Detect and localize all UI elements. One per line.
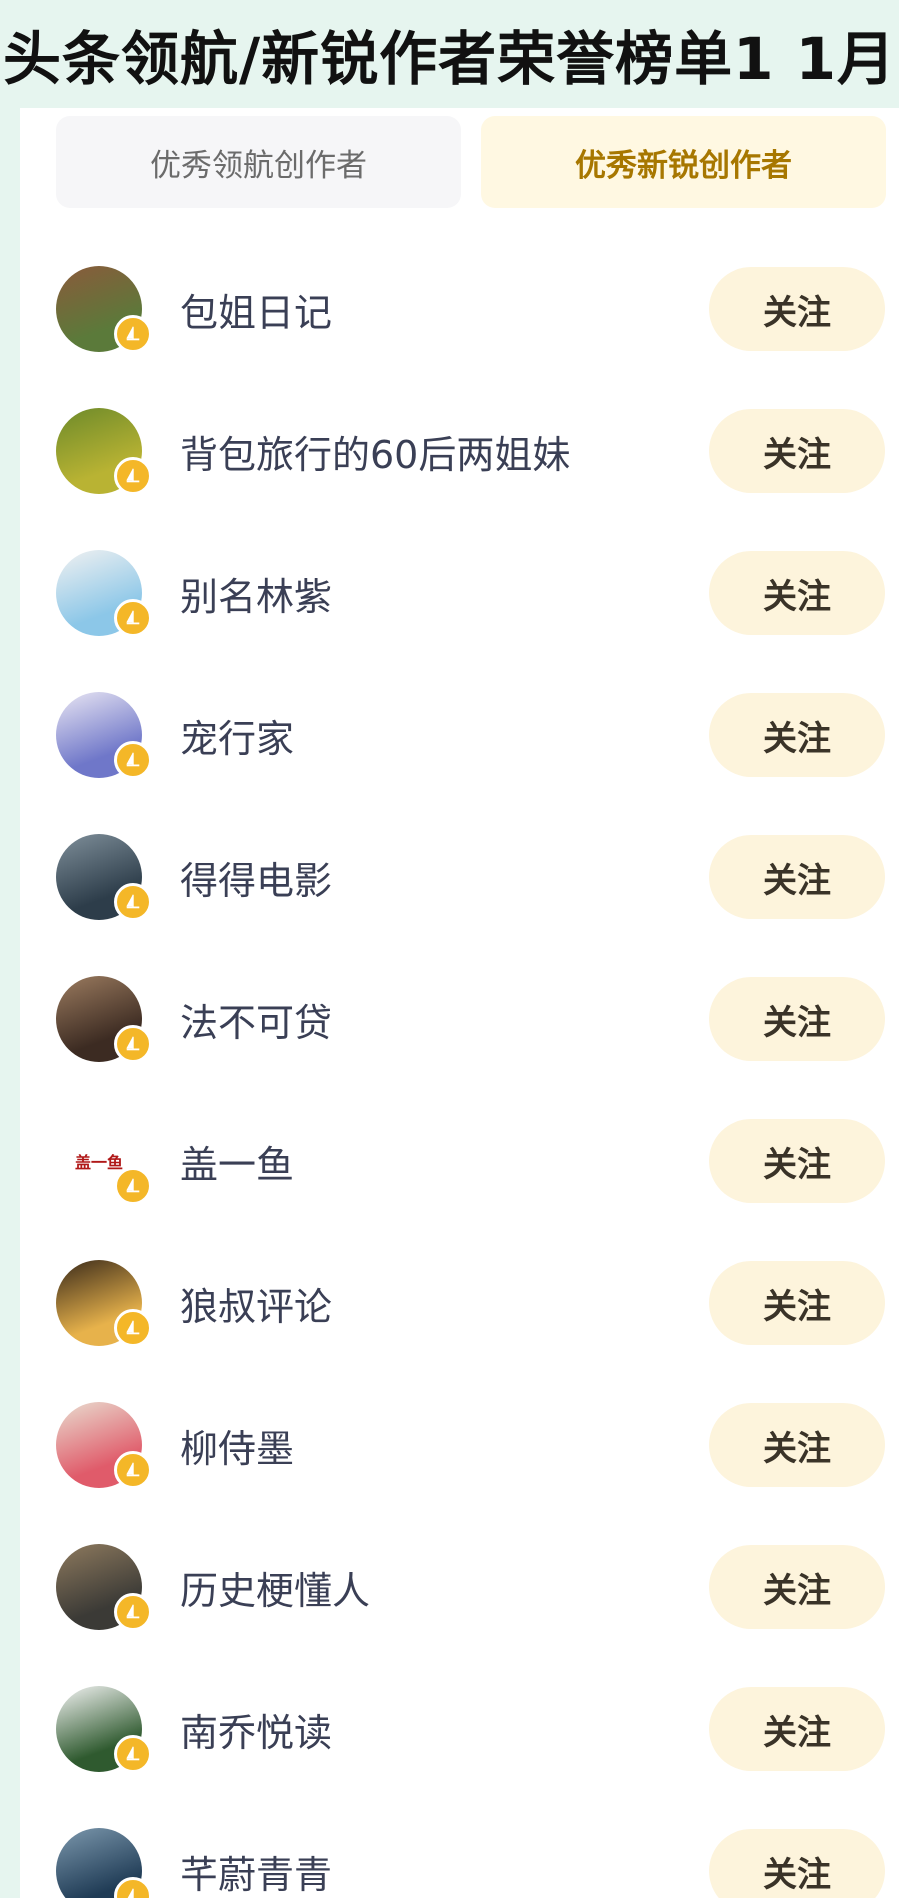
creator-badge-icon	[114, 1309, 152, 1347]
author-list: 包姐日记关注背包旅行的60后两姐妹关注别名林紫关注宠行家关注得得电影关注法不可贷…	[20, 238, 899, 1898]
creator-badge-icon	[114, 457, 152, 495]
banner: 头条领航/新锐作者荣誉榜单1 1月	[0, 0, 899, 108]
author-name[interactable]: 盖一鱼	[180, 1134, 294, 1189]
creator-badge-icon	[114, 741, 152, 779]
creator-badge-icon	[114, 1167, 152, 1205]
banner-title: 头条领航/新锐作者荣誉榜单1 1月	[3, 12, 896, 96]
author-row[interactable]: 狼叔评论 关注	[20, 1232, 899, 1374]
tab-bar: 优秀领航创作者 优秀新锐创作者	[56, 116, 886, 208]
follow-button[interactable]: 关注	[709, 1545, 885, 1629]
follow-button[interactable]: 关注	[709, 835, 885, 919]
author-row[interactable]: 法不可贷 关注	[20, 948, 899, 1090]
follow-button[interactable]: 关注	[709, 1403, 885, 1487]
follow-button[interactable]: 关注	[709, 551, 885, 635]
tab-pilot-creators[interactable]: 优秀领航创作者	[56, 116, 461, 208]
creator-badge-icon	[114, 599, 152, 637]
author-row[interactable]: 南乔悦读 关注	[20, 1658, 899, 1800]
author-name[interactable]: 包姐日记	[180, 282, 332, 337]
author-name[interactable]: 芊蔚青青	[180, 1844, 332, 1898]
author-row[interactable]: 别名林紫 关注	[20, 522, 899, 664]
follow-button[interactable]: 关注	[709, 977, 885, 1061]
creator-badge-icon	[114, 1593, 152, 1631]
author-name[interactable]: 法不可贷	[180, 992, 332, 1047]
follow-button[interactable]: 关注	[709, 1261, 885, 1345]
author-name[interactable]: 柳侍墨	[180, 1418, 294, 1473]
author-row[interactable]: 芊蔚青青 关注	[20, 1800, 899, 1898]
creator-badge-icon	[114, 315, 152, 353]
author-name[interactable]: 别名林紫	[180, 566, 332, 621]
creator-badge-icon	[114, 883, 152, 921]
follow-button[interactable]: 关注	[709, 409, 885, 493]
author-name[interactable]: 历史梗懂人	[180, 1560, 370, 1615]
follow-button[interactable]: 关注	[709, 1829, 885, 1898]
author-name[interactable]: 宠行家	[180, 708, 294, 763]
author-row[interactable]: 背包旅行的60后两姐妹 关注	[20, 380, 899, 522]
author-name[interactable]: 得得电影	[180, 850, 332, 905]
honor-list-card: 优秀领航创作者 优秀新锐创作者 包姐日记关注背包旅行的60后两姐妹关注别名林紫关…	[20, 108, 899, 1898]
author-row[interactable]: 盖一鱼盖一鱼关注	[20, 1090, 899, 1232]
author-row[interactable]: 柳侍墨 关注	[20, 1374, 899, 1516]
creator-badge-icon	[114, 1451, 152, 1489]
author-row[interactable]: 宠行家 关注	[20, 664, 899, 806]
follow-button[interactable]: 关注	[709, 693, 885, 777]
follow-button[interactable]: 关注	[709, 1687, 885, 1771]
author-row[interactable]: 得得电影 关注	[20, 806, 899, 948]
author-row[interactable]: 历史梗懂人 关注	[20, 1516, 899, 1658]
creator-badge-icon	[114, 1735, 152, 1773]
author-row[interactable]: 包姐日记 关注	[20, 238, 899, 380]
author-name[interactable]: 南乔悦读	[180, 1702, 332, 1757]
tab-new-creators[interactable]: 优秀新锐创作者	[481, 116, 886, 208]
follow-button[interactable]: 关注	[709, 1119, 885, 1203]
author-name[interactable]: 狼叔评论	[180, 1276, 332, 1331]
creator-badge-icon	[114, 1025, 152, 1063]
author-name[interactable]: 背包旅行的60后两姐妹	[180, 424, 570, 479]
follow-button[interactable]: 关注	[709, 267, 885, 351]
